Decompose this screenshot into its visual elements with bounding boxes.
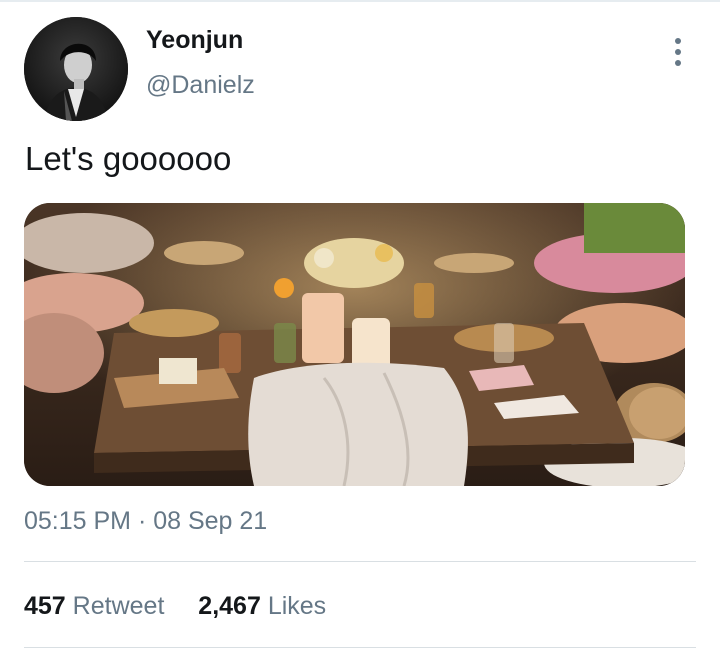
display-name[interactable]: Yeonjun bbox=[146, 26, 243, 55]
divider bbox=[24, 647, 696, 648]
user-handle[interactable]: @Danielz bbox=[146, 71, 255, 100]
tweet-photo[interactable] bbox=[24, 203, 685, 486]
engagement-stats: 457 Retweet 2,467 Likes bbox=[24, 592, 326, 621]
likes-label[interactable]: Likes bbox=[268, 592, 326, 620]
more-dot bbox=[675, 38, 681, 44]
more-dot bbox=[675, 60, 681, 66]
top-divider bbox=[0, 0, 720, 2]
more-dot bbox=[675, 49, 681, 55]
avatar[interactable] bbox=[24, 17, 128, 121]
likes-count[interactable]: 2,467 bbox=[198, 592, 261, 620]
tweet-text: Let's goooooo bbox=[25, 140, 232, 177]
retweet-label[interactable]: Retweet bbox=[73, 592, 165, 620]
divider bbox=[24, 561, 696, 562]
more-options-icon[interactable] bbox=[664, 36, 692, 68]
retweet-count[interactable]: 457 bbox=[24, 592, 66, 620]
tweet-timestamp[interactable]: 05:15 PM · 08 Sep 21 bbox=[24, 507, 267, 536]
